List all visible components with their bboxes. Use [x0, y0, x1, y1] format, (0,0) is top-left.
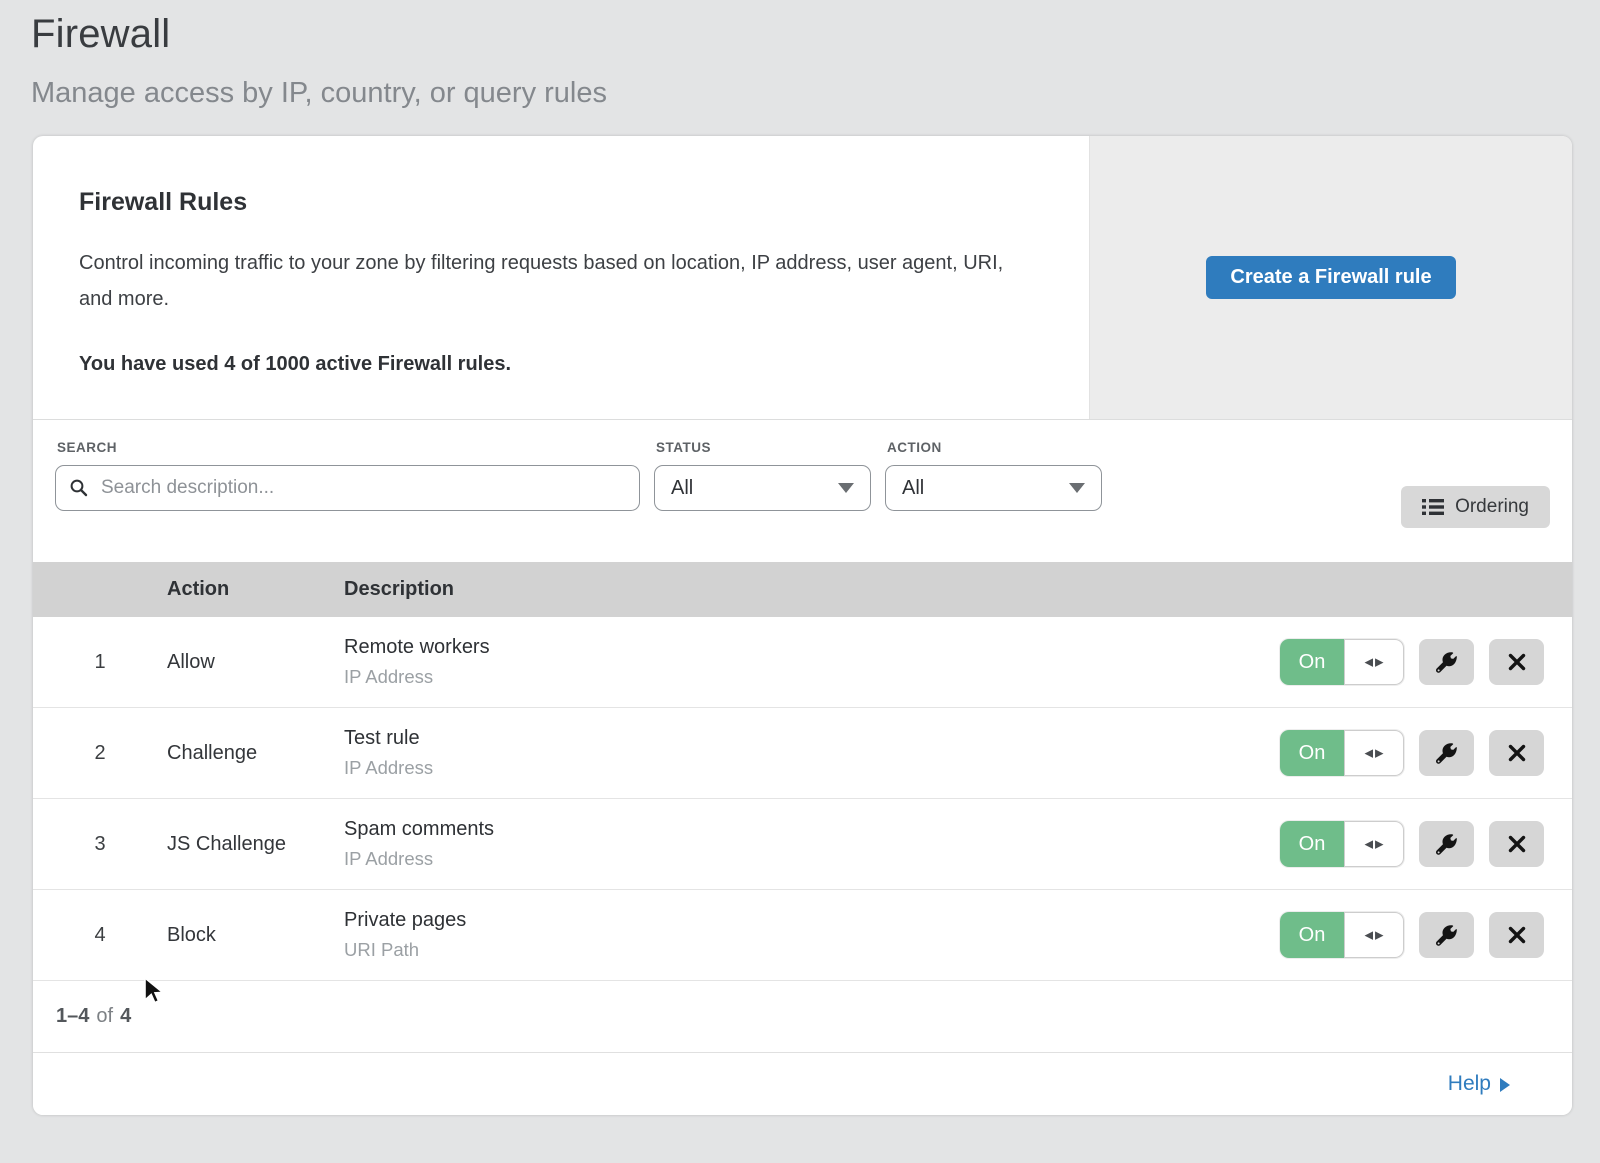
- ordering-button[interactable]: Ordering: [1401, 486, 1550, 528]
- wrench-icon: [1436, 652, 1457, 673]
- edit-rule-button[interactable]: [1419, 730, 1474, 776]
- arrow-right-icon: [1500, 1078, 1510, 1092]
- help-link-label: Help: [1448, 1072, 1491, 1096]
- create-firewall-rule-button[interactable]: Create a Firewall rule: [1206, 256, 1455, 299]
- create-rule-panel: Create a Firewall rule: [1090, 136, 1572, 419]
- rule-action: Allow: [167, 651, 344, 674]
- pagination-total: 4: [120, 1005, 131, 1028]
- rule-match-type: IP Address: [344, 757, 1280, 779]
- intro-section: Firewall Rules Control incoming traffic …: [33, 136, 1572, 420]
- table-row: 2 Challenge Test rule IP Address On ◂▸: [33, 708, 1572, 799]
- delete-rule-button[interactable]: [1489, 730, 1544, 776]
- pagination-of: of: [96, 1005, 113, 1028]
- rule-controls: On ◂▸: [1280, 730, 1544, 776]
- toggle-on-label: On: [1280, 912, 1344, 958]
- pagination-bar: 1–4 of 4: [33, 981, 1572, 1053]
- edit-rule-button[interactable]: [1419, 639, 1474, 685]
- close-x-icon: [1508, 744, 1526, 762]
- page-subtitle: Manage access by IP, country, or query r…: [31, 77, 1600, 110]
- ordered-list-icon: [1422, 497, 1444, 517]
- search-icon: [69, 478, 89, 498]
- rule-description-cell: Private pages URI Path: [344, 909, 1280, 961]
- rule-match-type: URI Path: [344, 939, 1280, 961]
- edit-rule-button[interactable]: [1419, 912, 1474, 958]
- page-header: Firewall Manage access by IP, country, o…: [0, 0, 1600, 110]
- rule-enabled-toggle[interactable]: On ◂▸: [1280, 821, 1404, 867]
- close-x-icon: [1508, 835, 1526, 853]
- toggle-handle-arrows-icon[interactable]: ◂▸: [1344, 912, 1404, 958]
- ordering-button-label: Ordering: [1455, 496, 1529, 518]
- help-bar: Help: [33, 1053, 1572, 1115]
- page-title: Firewall: [31, 12, 1600, 57]
- chevron-down-icon: [1069, 483, 1085, 493]
- wrench-icon: [1436, 743, 1457, 764]
- rule-description: Remote workers: [344, 636, 1280, 659]
- rule-controls: On ◂▸: [1280, 821, 1544, 867]
- rule-match-type: IP Address: [344, 848, 1280, 870]
- usage-summary: You have used 4 of 1000 active Firewall …: [79, 353, 1049, 376]
- chevron-down-icon: [838, 483, 854, 493]
- rule-enabled-toggle[interactable]: On ◂▸: [1280, 912, 1404, 958]
- rule-enabled-toggle[interactable]: On ◂▸: [1280, 639, 1404, 685]
- close-x-icon: [1508, 926, 1526, 944]
- delete-rule-button[interactable]: [1489, 639, 1544, 685]
- column-action: Action: [167, 578, 344, 601]
- section-description: Control incoming traffic to your zone by…: [79, 245, 1029, 317]
- table-row: 4 Block Private pages URI Path On ◂▸: [33, 890, 1572, 981]
- pagination-range: 1–4: [56, 1005, 89, 1028]
- intro-text-panel: Firewall Rules Control incoming traffic …: [33, 136, 1090, 419]
- rule-priority: 1: [33, 651, 167, 674]
- search-box[interactable]: [55, 465, 640, 511]
- rule-description-cell: Spam comments IP Address: [344, 818, 1280, 870]
- table-row: 3 JS Challenge Spam comments IP Address …: [33, 799, 1572, 890]
- action-select[interactable]: All: [885, 465, 1102, 511]
- edit-rule-button[interactable]: [1419, 821, 1474, 867]
- rule-action: Block: [167, 924, 344, 947]
- rule-action: JS Challenge: [167, 833, 344, 856]
- delete-rule-button[interactable]: [1489, 821, 1544, 867]
- toggle-handle-arrows-icon[interactable]: ◂▸: [1344, 639, 1404, 685]
- rule-description: Private pages: [344, 909, 1280, 932]
- rule-priority: 4: [33, 924, 167, 947]
- rule-controls: On ◂▸: [1280, 639, 1544, 685]
- rule-priority: 3: [33, 833, 167, 856]
- toggle-on-label: On: [1280, 639, 1344, 685]
- status-label: STATUS: [656, 440, 871, 455]
- search-label: SEARCH: [57, 440, 640, 455]
- rule-match-type: IP Address: [344, 666, 1280, 688]
- toggle-on-label: On: [1280, 730, 1344, 776]
- action-filter-group: ACTION All: [885, 436, 1102, 511]
- delete-rule-button[interactable]: [1489, 912, 1544, 958]
- toggle-handle-arrows-icon[interactable]: ◂▸: [1344, 821, 1404, 867]
- rule-enabled-toggle[interactable]: On ◂▸: [1280, 730, 1404, 776]
- firewall-rules-card: Firewall Rules Control incoming traffic …: [33, 136, 1572, 1115]
- status-filter-group: STATUS All: [654, 436, 871, 511]
- filter-bar: SEARCH STATUS All ACTION All: [33, 420, 1572, 562]
- action-select-value: All: [902, 477, 924, 500]
- status-select[interactable]: All: [654, 465, 871, 511]
- close-x-icon: [1508, 653, 1526, 671]
- rule-action: Challenge: [167, 742, 344, 765]
- table-row: 1 Allow Remote workers IP Address On ◂▸: [33, 617, 1572, 708]
- table-header: Action Description: [33, 562, 1572, 617]
- action-label: ACTION: [887, 440, 1102, 455]
- rule-controls: On ◂▸: [1280, 912, 1544, 958]
- rule-priority: 2: [33, 742, 167, 765]
- section-heading: Firewall Rules: [79, 188, 1049, 217]
- toggle-on-label: On: [1280, 821, 1344, 867]
- search-filter-group: SEARCH: [55, 436, 640, 511]
- rule-description: Spam comments: [344, 818, 1280, 841]
- search-input[interactable]: [99, 476, 626, 500]
- rule-description: Test rule: [344, 727, 1280, 750]
- rule-description-cell: Remote workers IP Address: [344, 636, 1280, 688]
- wrench-icon: [1436, 834, 1457, 855]
- column-description: Description: [344, 578, 1572, 601]
- help-link[interactable]: Help: [1448, 1072, 1510, 1096]
- wrench-icon: [1436, 925, 1457, 946]
- status-select-value: All: [671, 477, 693, 500]
- rule-description-cell: Test rule IP Address: [344, 727, 1280, 779]
- toggle-handle-arrows-icon[interactable]: ◂▸: [1344, 730, 1404, 776]
